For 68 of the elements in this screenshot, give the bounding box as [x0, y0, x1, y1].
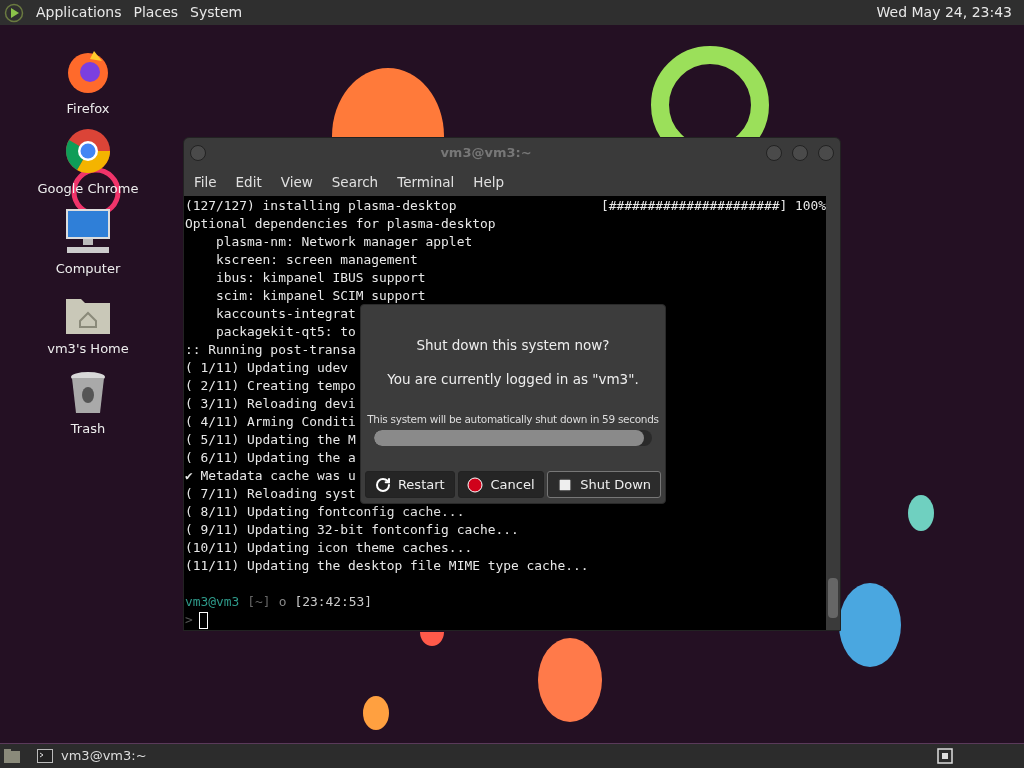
- panel-menu[interactable]: Applications: [36, 2, 122, 23]
- dialog-button[interactable]: Cancel: [457, 471, 545, 498]
- browser-icon: [64, 127, 112, 175]
- terminal-line: (127/127) installing plasma-desktop: [185, 197, 457, 215]
- scrollbar[interactable]: [826, 196, 840, 630]
- dialog-title: Shut down this system now?: [416, 336, 610, 355]
- terminal-line: kscreen: screen management: [215, 251, 418, 269]
- terminal-line: ( 4/11) Arming Conditi: [185, 413, 356, 431]
- terminal-line: plasma-nm: Network manager applet: [215, 233, 473, 251]
- terminal-line: ( 5/11) Updating the M: [185, 431, 356, 449]
- desktop-icon-label[interactable]: Computer: [55, 259, 121, 279]
- menu-item[interactable]: Terminal: [397, 171, 455, 193]
- workspace-icon[interactable]: [937, 748, 953, 764]
- terminal-line: ✔ Metadata cache was u: [185, 467, 356, 485]
- maximize-button[interactable]: [792, 145, 808, 161]
- terminal-line: ( 1/11) Updating udev: [185, 359, 348, 377]
- prompt-marker: >: [185, 611, 193, 629]
- restart-icon: [374, 476, 391, 493]
- taskbar-task[interactable]: vm3@vm3:~: [37, 746, 147, 766]
- text-cursor: [198, 611, 208, 629]
- terminal-line: ibus: kimpanel IBUS support: [215, 269, 426, 287]
- terminal-line: ( 7/11) Reloading syst: [185, 485, 356, 503]
- desktop-icon-label[interactable]: Trash: [70, 419, 106, 439]
- dialog-button[interactable]: Shut Down: [547, 471, 661, 498]
- monitor-icon: [63, 207, 113, 255]
- countdown-text: This system will be automatically shut down in 59 seconds: [367, 411, 659, 427]
- prompt-dir: [~]: [247, 593, 271, 611]
- show-desktop-icon[interactable]: [3, 748, 21, 764]
- clock[interactable]: Wed May 24, 23:43: [876, 2, 1020, 23]
- terminal-line: scim: kimpanel SCIM support: [215, 287, 426, 305]
- terminal-line: packagekit-qt5: to: [215, 323, 356, 341]
- terminal-line: Optional dependencies for plasma-desktop: [185, 215, 496, 233]
- balloon-drawing: [908, 495, 934, 531]
- trash-icon: [69, 371, 107, 415]
- desktop-icon-label[interactable]: vm3's Home: [47, 339, 129, 359]
- balloon-drawing: [363, 696, 389, 730]
- panel-menu[interactable]: System: [190, 2, 243, 23]
- logo-icon[interactable]: [4, 2, 24, 23]
- balloon-drawing: [420, 632, 444, 646]
- terminal-line: (10/11) Updating icon theme caches...: [185, 539, 473, 557]
- terminal-line: (11/11) Updating the desktop file MIME type cache...: [185, 557, 589, 575]
- desktop-icon-label[interactable]: Firefox: [66, 99, 110, 119]
- dialog-button[interactable]: Restart: [365, 471, 455, 498]
- dialog-message: You are currently logged in as "vm3".: [387, 370, 639, 390]
- menu-item[interactable]: Help: [473, 171, 505, 193]
- terminal-line: ( 9/11) Updating 32-bit fontconfig cache...: [185, 521, 519, 539]
- terminal-line: ( 6/11) Updating the a: [185, 449, 356, 467]
- menu-item[interactable]: View: [280, 171, 313, 193]
- window-title: vm3@vm3:~: [439, 144, 533, 163]
- menu-item[interactable]: Edit: [235, 171, 262, 193]
- stop-icon: [467, 476, 484, 493]
- close-button[interactable]: [818, 145, 834, 161]
- power-off-icon: [557, 476, 574, 493]
- panel-menu[interactable]: Places: [133, 2, 179, 23]
- terminal-line: ( 2/11) Creating tempo: [185, 377, 356, 395]
- prompt-mark: o: [278, 593, 287, 611]
- minimize-button[interactable]: [766, 145, 782, 161]
- menu-item[interactable]: Search: [331, 171, 379, 193]
- prompt-time: [23:42:53]: [294, 593, 372, 611]
- progress-text: [######################] 100%: [600, 197, 826, 215]
- terminal-line: :: Running post-transa: [185, 341, 356, 359]
- terminal-line: ( 3/11) Reloading devi: [185, 395, 356, 413]
- menu-item[interactable]: File: [194, 171, 217, 193]
- prompt-user: vm3@vm3: [185, 593, 240, 611]
- terminal-icon: [37, 749, 53, 763]
- terminal-line: ( 8/11) Updating fontconfig cache...: [185, 503, 465, 521]
- terminal-line: kaccounts-integrat: [215, 305, 356, 323]
- window-menu-button[interactable]: [190, 145, 206, 161]
